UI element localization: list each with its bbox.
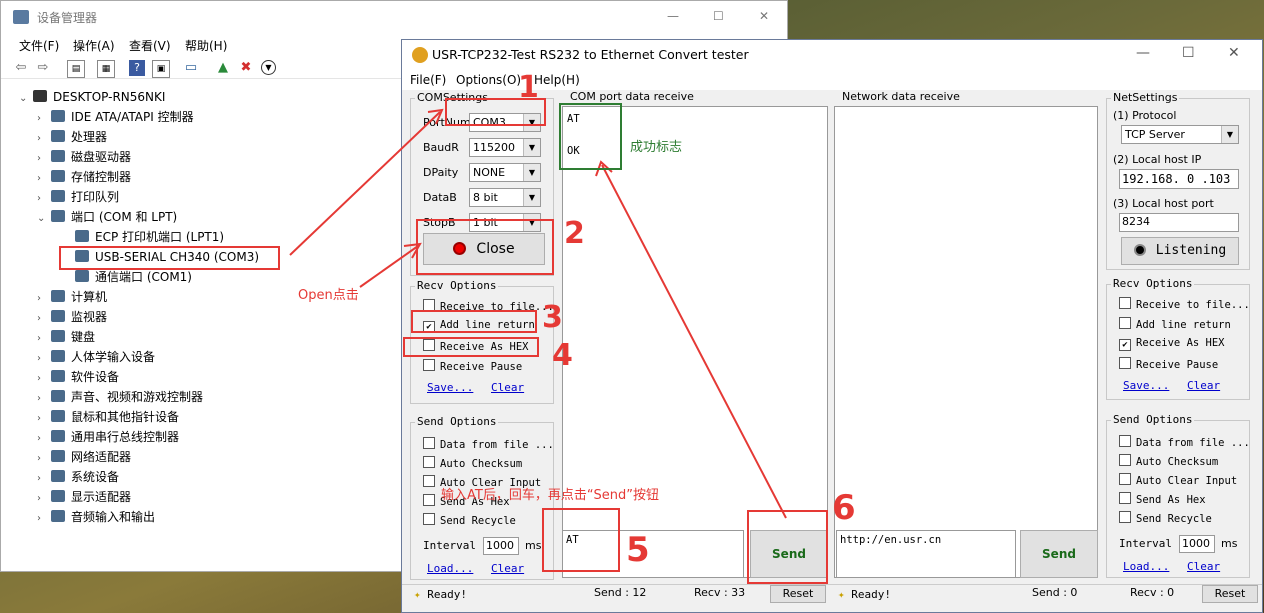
highlight-ch340	[59, 246, 280, 270]
highlight-receive-hex	[403, 337, 539, 357]
highlight-add-line-return	[411, 310, 537, 333]
step-number-6: 6	[832, 488, 856, 528]
highlight-send-input	[542, 508, 620, 572]
step-number-4: 4	[552, 338, 573, 373]
step-number-3: 3	[542, 300, 563, 335]
success-note: 成功标志	[630, 140, 683, 155]
open-click-note: Open点击	[298, 288, 359, 303]
step-number-5: 5	[626, 530, 650, 570]
highlight-send-button	[747, 510, 828, 584]
highlight-ok-success	[559, 103, 622, 170]
highlight-close	[416, 219, 554, 275]
step-number-1: 1	[518, 70, 539, 105]
arrow-open-to-close	[359, 245, 419, 288]
instruction-note: 输入AT后，回车，再点击“Send”按钮	[441, 488, 660, 503]
annotation-arrows	[289, 108, 787, 519]
step-number-2: 2	[564, 216, 585, 251]
arrow-send-to-ok	[601, 164, 787, 519]
